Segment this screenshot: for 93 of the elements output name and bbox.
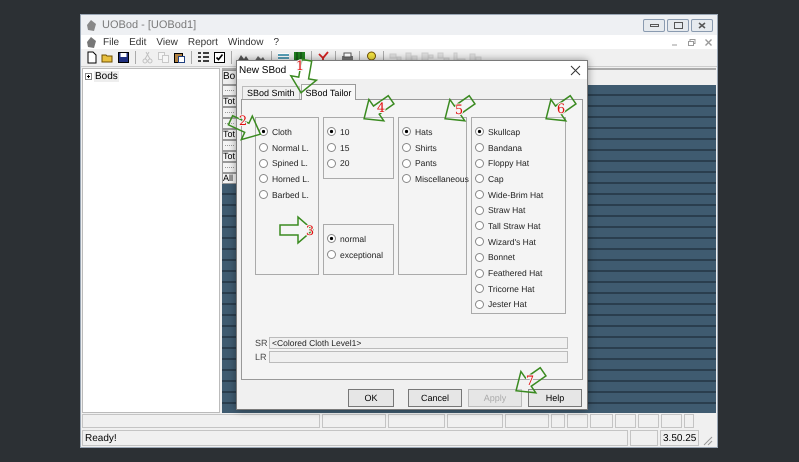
radio-button[interactable]: Shirts — [402, 140, 466, 156]
status-pane — [447, 414, 503, 428]
list-icon[interactable] — [197, 51, 210, 64]
status-pane — [388, 414, 445, 428]
status-pane — [590, 414, 613, 428]
save-icon[interactable] — [117, 51, 130, 64]
expand-icon[interactable] — [85, 73, 92, 80]
app-icon — [85, 18, 98, 32]
checkbox-icon[interactable] — [213, 51, 226, 64]
tab[interactable]: SBod Tailor — [300, 84, 356, 100]
radio-button[interactable]: Bonnet — [475, 250, 563, 266]
close-button[interactable] — [570, 64, 581, 76]
status-pane — [684, 414, 694, 428]
radio-button[interactable]: 10 — [327, 124, 391, 140]
tree-item[interactable]: Bods — [94, 71, 119, 82]
dialog-button[interactable]: OK — [348, 389, 394, 407]
radio-button[interactable]: Hats — [402, 124, 466, 140]
callout-number: 4 — [376, 101, 386, 116]
radio-button[interactable]: Jester Hat — [475, 296, 563, 312]
radio-button[interactable]: Horned L. — [259, 171, 317, 187]
paste-icon[interactable] — [173, 51, 186, 64]
cell-mark — [225, 89, 234, 92]
callout-number: 6 — [556, 102, 566, 117]
radio-button[interactable]: 20 — [327, 155, 391, 172]
table-cell: Tot — [222, 96, 237, 107]
radio-button[interactable]: Feathered Hat — [475, 265, 563, 281]
callout-arrow — [545, 94, 578, 122]
table-cell: All — [222, 173, 237, 184]
status-pane — [567, 414, 588, 428]
minimize-button[interactable] — [643, 18, 665, 32]
callout-number: 5 — [454, 103, 464, 118]
text-field[interactable] — [269, 351, 568, 363]
menu-item[interactable]: ? — [268, 36, 284, 48]
callout-arrow — [363, 94, 396, 122]
radio-button[interactable]: Miscellaneous — [402, 171, 466, 187]
close-icon — [698, 22, 706, 28]
callout-arrow — [279, 215, 314, 245]
cell-mark — [225, 144, 234, 147]
menu-item[interactable]: File — [98, 36, 124, 48]
column-header: Bo — [222, 70, 237, 85]
radio-button[interactable]: 15 — [327, 140, 391, 156]
radio-button[interactable]: Straw Hat — [475, 202, 563, 218]
radio-button[interactable]: Spined L. — [259, 155, 317, 172]
menu-item[interactable]: Edit — [124, 36, 152, 48]
close-icon — [570, 64, 581, 76]
radio-button[interactable]: Pants — [402, 155, 466, 172]
close-button[interactable] — [691, 18, 713, 32]
resize-grip-icon[interactable] — [701, 434, 714, 446]
text-field[interactable]: <Colored Cloth Level1> — [269, 337, 568, 349]
maximize-button[interactable] — [667, 18, 689, 32]
version-label: 3.50.25 — [660, 430, 700, 446]
status-pane — [661, 414, 682, 428]
menu-item[interactable]: View — [151, 36, 183, 48]
close-icon[interactable] — [704, 38, 713, 46]
maximize-icon — [674, 22, 682, 28]
status-message: Ready! — [82, 430, 628, 446]
field-label: SR — [255, 338, 266, 348]
minimize-icon — [650, 22, 658, 28]
field-label: LR — [255, 352, 266, 362]
radio-button[interactable]: Normal L. — [259, 140, 317, 156]
radio-button[interactable]: normal — [327, 231, 391, 247]
status-pane — [322, 414, 386, 428]
dialog-button[interactable]: Cancel — [408, 389, 462, 407]
radio-button[interactable]: Wide-Brim Hat — [475, 186, 563, 202]
status-pane — [630, 430, 658, 446]
radio-button[interactable]: Bandana — [475, 140, 563, 156]
menu-item[interactable]: Report — [182, 36, 223, 48]
radio-button[interactable]: Barbed L. — [259, 186, 317, 202]
table-cell: Tot — [222, 129, 237, 140]
restore-icon[interactable] — [687, 38, 696, 46]
status-pane — [551, 414, 565, 428]
radio-button[interactable]: Tricorne Hat — [475, 280, 563, 297]
callout-arrow — [444, 94, 476, 122]
radio-button[interactable]: exceptional — [327, 246, 391, 262]
dialog-title: New SBod — [239, 64, 286, 76]
radio-button[interactable]: Cap — [475, 171, 563, 187]
menu-item[interactable]: Window — [222, 36, 268, 48]
status-pane — [615, 414, 636, 428]
window-title: UOBod - [UOBod1] — [102, 19, 198, 31]
dialog-button[interactable]: Help — [528, 389, 582, 407]
status-pane — [638, 414, 659, 428]
radio-button[interactable]: Cloth — [259, 124, 317, 140]
tab[interactable]: SBod Smith — [242, 86, 300, 99]
cell-mark — [225, 166, 234, 169]
table-cell: Tot — [222, 151, 237, 162]
new-file-icon[interactable] — [85, 51, 98, 64]
radio-button[interactable]: Wizard's Hat — [475, 234, 563, 250]
callout-number: 7 — [526, 374, 534, 389]
radio-button[interactable]: Tall Straw Hat — [475, 218, 563, 234]
status-pane — [505, 414, 549, 428]
callout-arrow — [515, 366, 548, 394]
radio-button[interactable]: Skullcap — [475, 124, 563, 140]
radio-button[interactable]: Floppy Hat — [475, 155, 563, 172]
